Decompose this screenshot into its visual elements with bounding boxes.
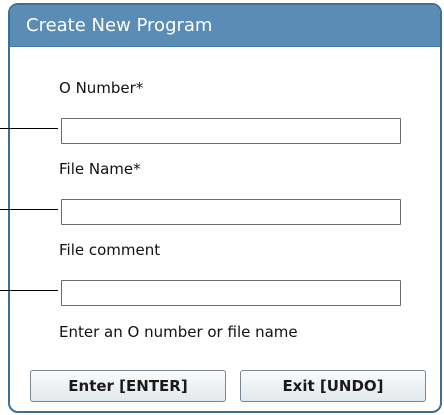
file-comment-input[interactable] bbox=[61, 280, 401, 306]
file-name-label: File Name* bbox=[59, 160, 141, 178]
enter-button[interactable]: Enter [ENTER] bbox=[30, 370, 226, 402]
file-name-input[interactable] bbox=[61, 199, 401, 225]
o-number-callout-line bbox=[0, 128, 58, 129]
o-number-label: O Number* bbox=[59, 79, 144, 97]
file-comment-label: File comment bbox=[59, 241, 161, 259]
hint-text: Enter an O number or file name bbox=[59, 323, 298, 341]
create-program-dialog: Create New Program O Number* File Name* … bbox=[8, 3, 442, 413]
o-number-input[interactable] bbox=[61, 118, 401, 144]
file-name-callout-line bbox=[0, 209, 58, 210]
file-comment-callout-line bbox=[0, 290, 58, 291]
exit-button[interactable]: Exit [UNDO] bbox=[240, 370, 426, 402]
dialog-title: Create New Program bbox=[10, 5, 440, 47]
